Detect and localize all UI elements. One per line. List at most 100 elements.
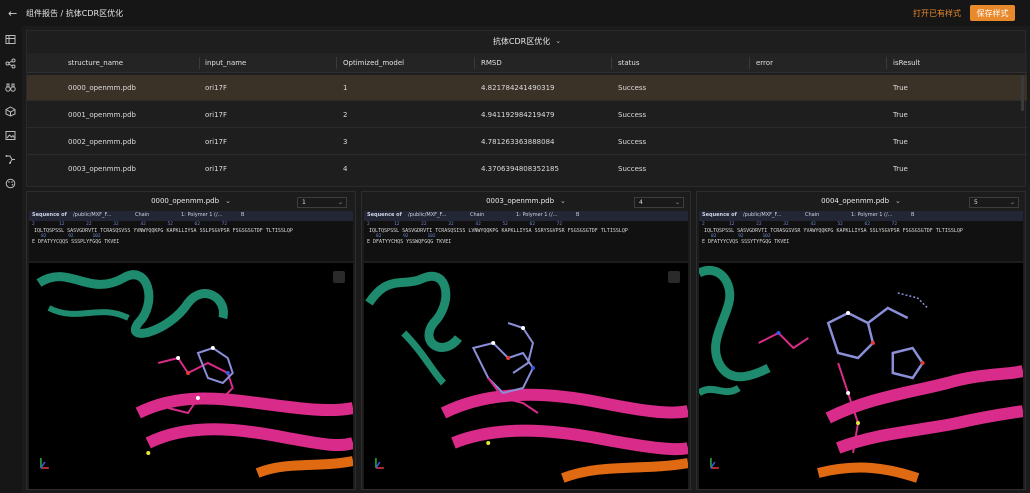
cell-rmsd: 4.3706394808352185 [481,165,559,173]
column-divider [474,57,475,69]
cell-optimized-model: 2 [343,110,348,119]
molecule-render [699,265,1023,483]
chevron-down-icon: ⌄ [560,197,566,205]
cube-icon[interactable] [5,106,16,117]
viewer-header: 0000_openmm.pdb ⌄ 1 ⌄ [27,192,355,210]
table-row[interactable]: 0002_openmm.pdb ori17F 3 4.7812633638880… [27,129,1027,155]
sidebar [0,26,22,493]
cell-optimized-model: 3 [343,137,348,146]
model-select[interactable]: 5 ⌄ [969,197,1019,208]
table-row[interactable]: 0001_openmm.pdb ori17F 2 4.9411929842194… [27,102,1027,128]
cell-isresult: True [893,165,908,173]
structure-viewer-3: 0004_openmm.pdb ⌄ 5 ⌄ Sequence of /publi… [696,191,1026,490]
column-header-error[interactable]: error [756,53,773,72]
table-row[interactable]: 0003_openmm.pdb ori17F 4 4.3706394808352… [27,156,1027,182]
cell-isresult: True [893,83,908,92]
column-divider [886,57,887,69]
column-header-optimized-model[interactable]: Optimized_model [343,53,404,72]
binoculars-icon[interactable] [5,82,16,93]
sequence-source-select[interactable]: /public/MXF_F... [408,212,446,218]
column-header-status[interactable]: status [618,53,640,72]
palette-icon[interactable] [5,178,16,189]
chevron-down-icon: ⌄ [555,37,562,45]
table-title-dropdown[interactable]: 抗体CDR区优化 ⌄ [27,31,1027,51]
sequence-line: E DFATYYCVQS SSSYTYFGQG TKVEI [702,239,790,245]
cell-input-name: ori17F [205,165,228,173]
sequence-panel[interactable]: 2 12 22 32 42 52 62 72 IQLTQSPSSL SASVGD… [364,221,688,261]
arrow-left-icon[interactable]: ← [8,7,22,20]
sequence-toolbar: Sequence of /public/MXF_F... Chain 1: Po… [29,211,353,221]
table-scrollbar[interactable] [1021,75,1024,111]
sequence-label: Sequence of [367,212,402,218]
chain-select[interactable]: B [911,212,914,218]
chevron-down-icon: ⌄ [225,197,231,205]
cell-rmsd: 4.781263363888084 [481,137,555,146]
column-divider [199,57,200,69]
model-select-value: 1 [302,199,306,206]
viewer-header: 0004_openmm.pdb ⌄ 5 ⌄ [697,192,1025,210]
cell-isresult: True [893,137,908,146]
cell-structure-name: 0003_openmm.pdb [68,165,136,173]
sequence-numbers: 2 12 22 32 42 52 62 72 [702,222,898,227]
chain-select[interactable]: B [241,212,244,218]
model-select-value: 4 [639,199,643,206]
cell-optimized-model: 1 [343,83,348,92]
molecule-3d-canvas[interactable] [699,263,1023,489]
sequence-line: E DFATYYCQQS SSSPLYFGQG TKVEI [32,239,120,245]
cell-input-name: ori17F [205,137,228,146]
molecule-render [36,270,353,478]
polymer-select[interactable]: 1: Polymer 1 (/... [851,212,892,218]
select-tool-icon[interactable] [333,271,345,283]
sequence-numbers: 2 12 22 32 42 52 62 72 [367,222,563,227]
sequence-line: E DFATYYCHQS YSSWQFGQG TKVEI [367,239,452,245]
chain-select[interactable]: B [576,212,579,218]
open-existing-style-button[interactable]: 打开已有样式 [908,5,966,21]
model-select[interactable]: 1 ⌄ [297,197,347,208]
column-header-rmsd[interactable]: RMSD [481,53,502,72]
chain-label: Chain [470,212,485,218]
sequence-toolbar: Sequence of /public/MXF_F... Chain 1: Po… [699,211,1023,221]
structure-viewer-1: 0000_openmm.pdb ⌄ 1 ⌄ Sequence of /publi… [26,191,356,490]
top-bar: ← 组件报告 / 抗体CDR区优化 打开已有样式 保存样式 [0,0,1030,26]
column-header-structure-name[interactable]: structure_name [68,53,123,72]
cell-status: Success [618,83,647,92]
viewer-title: 0000_openmm.pdb [151,197,220,205]
column-divider [611,57,612,69]
sequence-panel[interactable]: 2 12 22 32 42 52 62 72 IQLTQSPSSL SASVGD… [699,221,1023,261]
cell-status: Success [618,165,647,173]
sequence-numbers: 2 12 22 32 42 52 62 72 [32,222,228,227]
column-divider [336,57,337,69]
model-select[interactable]: 4 ⌄ [634,197,684,208]
polymer-select[interactable]: 1: Polymer 1 (/... [181,212,222,218]
cell-input-name: ori17F [205,110,228,119]
viewer-title: 0004_openmm.pdb [821,197,890,205]
save-style-button[interactable]: 保存样式 [970,5,1015,21]
molecule-3d-canvas[interactable] [364,263,688,489]
chevron-down-icon: ⌄ [1009,199,1015,206]
cell-input-name: ori17F [205,83,228,92]
select-tool-icon[interactable] [668,271,680,283]
polymer-select[interactable]: 1: Polymer 1 (/... [516,212,557,218]
column-divider [749,57,750,69]
cell-structure-name: 0000_openmm.pdb [68,83,136,92]
cell-optimized-model: 4 [343,165,348,173]
cell-rmsd: 4.941192984219479 [481,110,555,119]
sequence-panel[interactable]: 2 12 22 32 42 52 62 72 IQLTQSPSSL SASVGD… [29,221,353,261]
sequence-source-select[interactable]: /public/MXF_F... [743,212,781,218]
molecule-render [365,271,688,483]
pipeline-icon[interactable] [5,154,16,165]
table-icon[interactable] [5,34,16,45]
table-row[interactable]: 0000_openmm.pdb ori17F 1 4.8217842414903… [27,75,1027,101]
share-nodes-icon[interactable] [5,58,16,69]
cell-status: Success [618,137,647,146]
sequence-toolbar: Sequence of /public/MXF_F... Chain 1: Po… [364,211,688,221]
chain-label: Chain [805,212,820,218]
column-header-input-name[interactable]: input_name [205,53,246,72]
cell-structure-name: 0002_openmm.pdb [68,137,136,146]
image-icon[interactable] [5,130,16,141]
sequence-source-select[interactable]: /public/MXF_F... [73,212,111,218]
chain-label: Chain [135,212,150,218]
cell-isresult: True [893,110,908,119]
column-header-isresult[interactable]: isResult [893,53,920,72]
molecule-3d-canvas[interactable] [29,263,353,489]
